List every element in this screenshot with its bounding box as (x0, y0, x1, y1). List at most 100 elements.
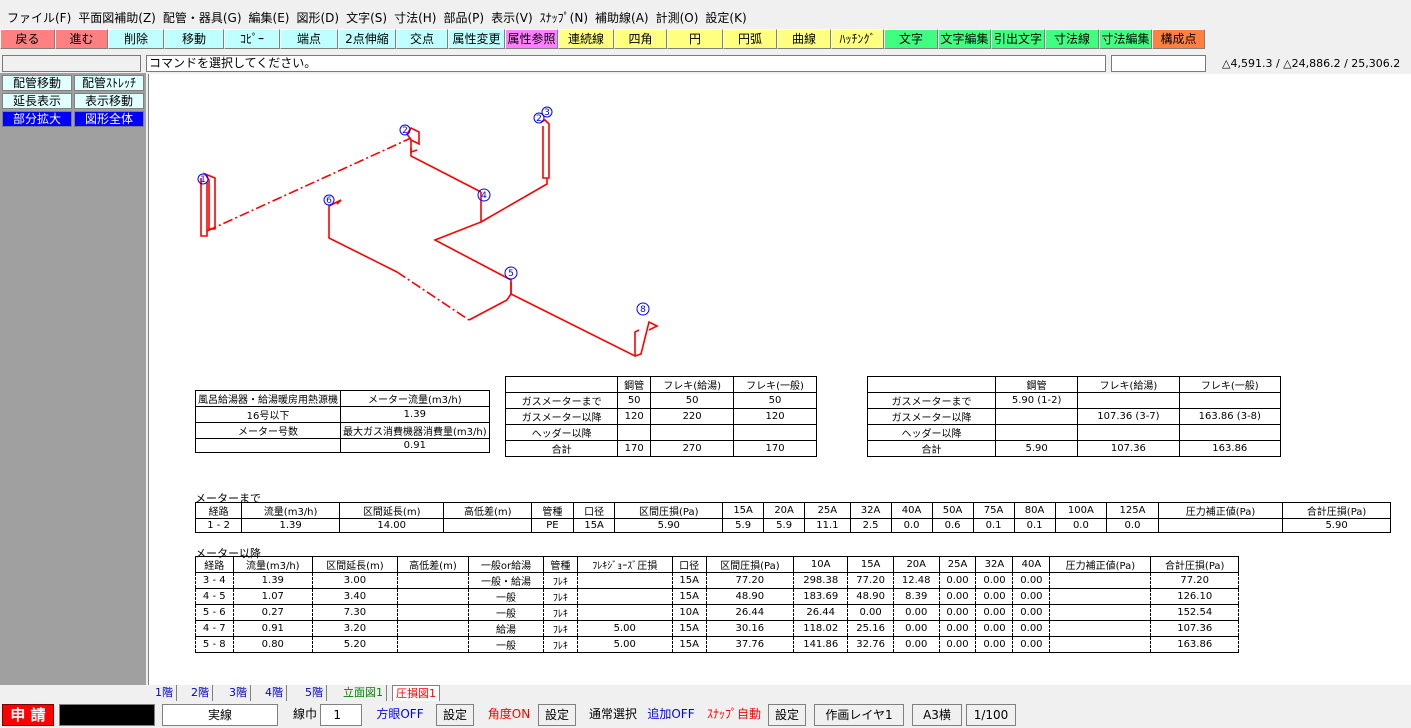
toolbar-button-14[interactable]: 曲線 (777, 29, 831, 49)
menu-item-7[interactable]: 部品(P) (443, 8, 491, 28)
grid-toggle[interactable]: 方眼OFF (370, 704, 430, 726)
table-row-cell: 合計 (866, 440, 997, 457)
toolbar-button-12[interactable]: 円 (667, 29, 723, 49)
toolbar-button-2[interactable]: 削除 (108, 29, 164, 49)
menu-item-12[interactable]: 設定(K) (705, 8, 753, 28)
angle-toggle[interactable]: 角度ON (484, 704, 534, 726)
sheet-tab-6[interactable]: 圧損図1 (392, 685, 440, 701)
side-button-4[interactable]: 部分拡大 (2, 111, 72, 127)
table-header-row-cell: 鋼管 (995, 376, 1079, 393)
toolbar-button-20[interactable]: 寸法編集 (1099, 29, 1152, 49)
angle-setting-button[interactable]: 設定 (538, 704, 576, 726)
drawing-canvas[interactable]: 1 2 3 2 4 5 6 8 風呂給湯器・給湯暖房用熱源機 メーター流量(m3/… (148, 74, 1411, 685)
grid-setting-button[interactable]: 設定 (436, 704, 474, 726)
toolbar-button-15[interactable]: ﾊｯﾁﾝｸﾞ (831, 29, 884, 49)
table-row-cell: 32.76 (847, 636, 894, 653)
sheet-tab-4[interactable]: 5階 (302, 685, 327, 701)
pipe-riser-3 (540, 119, 550, 179)
toolbar-button-10[interactable]: 連続線 (558, 29, 614, 49)
table-header-row-cell: 32A (975, 556, 1014, 573)
command-left-box (2, 55, 141, 72)
toolbar-button-6[interactable]: 2点伸縮 (338, 29, 396, 49)
table-header-row: 鋼管 フレキ(給湯) フレキ(一般) (504, 376, 817, 393)
table-row-cell (1077, 424, 1180, 441)
menu-item-2[interactable]: 配管・器具(G) (163, 8, 249, 28)
toolbar-button-19[interactable]: 寸法線 (1045, 29, 1099, 49)
line-width-value: 1 (333, 708, 341, 722)
table-row: 0.91 (195, 438, 490, 453)
toolbar-button-13[interactable]: 円弧 (723, 29, 777, 49)
menu-item-3[interactable]: 編集(E) (249, 8, 297, 28)
side-button-1[interactable]: 配管ｽﾄﾚｯﾁ (74, 75, 144, 91)
menu-item-4[interactable]: 図形(D) (297, 8, 347, 28)
add-mode-toggle[interactable]: 追加OFF (644, 704, 698, 726)
snap-setting-button[interactable]: 設定 (768, 704, 806, 726)
sheet-tab-0[interactable]: 1階 (152, 685, 177, 701)
menu-item-1[interactable]: 平面図補助(Z) (78, 8, 163, 28)
toolbar-button-0[interactable]: 戻る (0, 29, 55, 49)
table-header-row-cell: フレキ(給湯) (1077, 376, 1180, 393)
table-row: ガスメーター以降 120 220 120 (504, 408, 817, 425)
toolbar-button-3[interactable]: 移動 (164, 29, 224, 49)
table-header-row: 鋼管 フレキ(給湯) フレキ(一般) (866, 376, 1282, 393)
table-header-row-cell: 32A (849, 502, 892, 519)
table-header-row-cell: 75A (972, 502, 1015, 519)
table-cell: 16号以下 (195, 406, 341, 423)
sheet-tab-3[interactable]: 4階 (262, 685, 287, 701)
menu-item-9[interactable]: ｽﾅｯﾌﾟ(N) (540, 8, 595, 28)
menu-item-5[interactable]: 文字(S) (346, 8, 394, 28)
sheet-tab-2[interactable]: 3階 (226, 685, 251, 701)
table-row: 3 - 4 1.39 3.00 一般・給湯 ﾌﾚｷ 15A 77.20 298.38 77.20… (195, 572, 1239, 589)
line-type-field[interactable]: 実線 (162, 704, 278, 726)
table-row-cell: 0.00 (938, 636, 977, 653)
sheet-tab-5[interactable]: 立面図1 (340, 685, 387, 701)
side-button-2[interactable]: 延長表示 (2, 93, 72, 109)
sheet-tab-1[interactable]: 2階 (188, 685, 213, 701)
table-row-cell: 270 (650, 440, 735, 457)
side-button-5[interactable]: 図形全体 (74, 111, 144, 127)
side-button-3[interactable]: 表示移動 (74, 93, 144, 109)
menu-item-0[interactable]: ファイル(F) (7, 8, 78, 28)
table-row-cell: 15A (671, 572, 707, 589)
table-header-row-cell: 80A (1013, 502, 1056, 519)
toolbar-button-11[interactable]: 四角 (614, 29, 667, 49)
table-row-cell: 15A (671, 636, 707, 653)
snap-toggle[interactable]: ｽﾅｯﾌﾟ自動 (702, 704, 766, 726)
toolbar-button-21[interactable]: 構成点 (1152, 29, 1205, 49)
layer-field[interactable]: 作画レイヤ1 (814, 704, 904, 726)
toolbar-button-18[interactable]: 引出文字 (991, 29, 1045, 49)
toolbar-button-5[interactable]: 端点 (280, 29, 338, 49)
table-row-cell (1178, 392, 1282, 409)
menu-item-10[interactable]: 補助線(A) (595, 8, 656, 28)
toolbar-button-4[interactable]: ｺﾋﾟｰ (224, 29, 280, 49)
pipe-main-dashed (206, 137, 412, 232)
table-row-cell: ガスメーター以降 (504, 408, 619, 425)
side-button-0[interactable]: 配管移動 (2, 75, 72, 91)
menu-item-11[interactable]: 計測(O) (656, 8, 706, 28)
table-row-cell: 77.20 (847, 572, 894, 589)
toolbar-button-8[interactable]: 属性変更 (448, 29, 505, 49)
table-row-cell (1049, 636, 1152, 653)
color-swatch[interactable] (59, 704, 155, 726)
toolbar-button-9[interactable]: 属性参照 (505, 29, 558, 49)
pipe-branch-6-dashed (396, 271, 470, 321)
table-row-cell: 0.00 (938, 620, 977, 637)
toolbar-button-17[interactable]: 文字編集 (938, 29, 991, 49)
select-mode[interactable]: 通常選択 (584, 704, 642, 726)
table-row: 4 - 7 0.91 3.20 給湯 ﾌﾚｷ 5.00 15A 30.16 118.02 25.1… (195, 620, 1239, 637)
table-row-cell: 0.0 (1106, 518, 1159, 533)
scale-field[interactable]: 1/100 (966, 704, 1016, 726)
table-header-row-cell: 20A (763, 502, 806, 519)
command-input[interactable] (1111, 55, 1206, 72)
toolbar-button-1[interactable]: 進む (55, 29, 108, 49)
table-row-cell: 30.16 (705, 620, 795, 637)
sheet-tabs: 1階 2階 3階 4階 5階 立面図1 圧損図1 (148, 685, 1411, 701)
paper-size[interactable]: A3横 (912, 704, 962, 726)
toolbar-button-16[interactable]: 文字 (884, 29, 938, 49)
menu-item-8[interactable]: 表示(V) (491, 8, 540, 28)
menu-item-6[interactable]: 寸法(H) (394, 8, 443, 28)
table-row-cell: 2.5 (849, 518, 892, 533)
line-width-spinner[interactable]: 1 (320, 704, 362, 726)
table-header-row-cell: 区間延長(m) (339, 502, 445, 519)
toolbar-button-7[interactable]: 交点 (396, 29, 448, 49)
